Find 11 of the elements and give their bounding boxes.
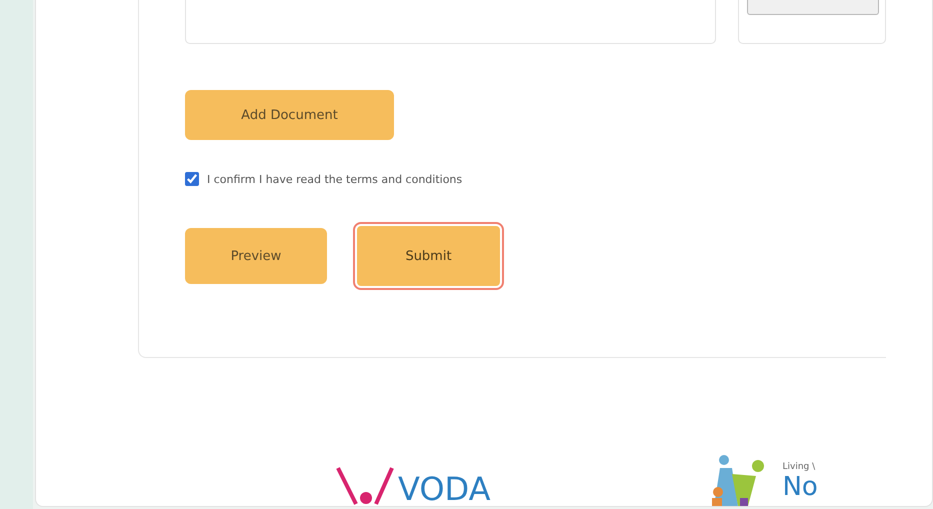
figure-logo-icon (336, 466, 394, 506)
preview-button[interactable]: Preview (185, 228, 327, 284)
submit-button[interactable]: Submit (355, 224, 502, 288)
logo-tagline: Living \ (782, 462, 816, 472)
choose-file-button[interactable] (746, 0, 879, 15)
document-name-field[interactable] (185, 0, 716, 44)
confirm-label: I confirm I have read the terms and conditions (207, 172, 462, 186)
voda-logo-text: VODA (398, 472, 490, 506)
add-document-button[interactable]: Add Document (185, 90, 394, 140)
confirm-checkbox[interactable] (185, 172, 199, 186)
logo-text: No (782, 472, 818, 502)
